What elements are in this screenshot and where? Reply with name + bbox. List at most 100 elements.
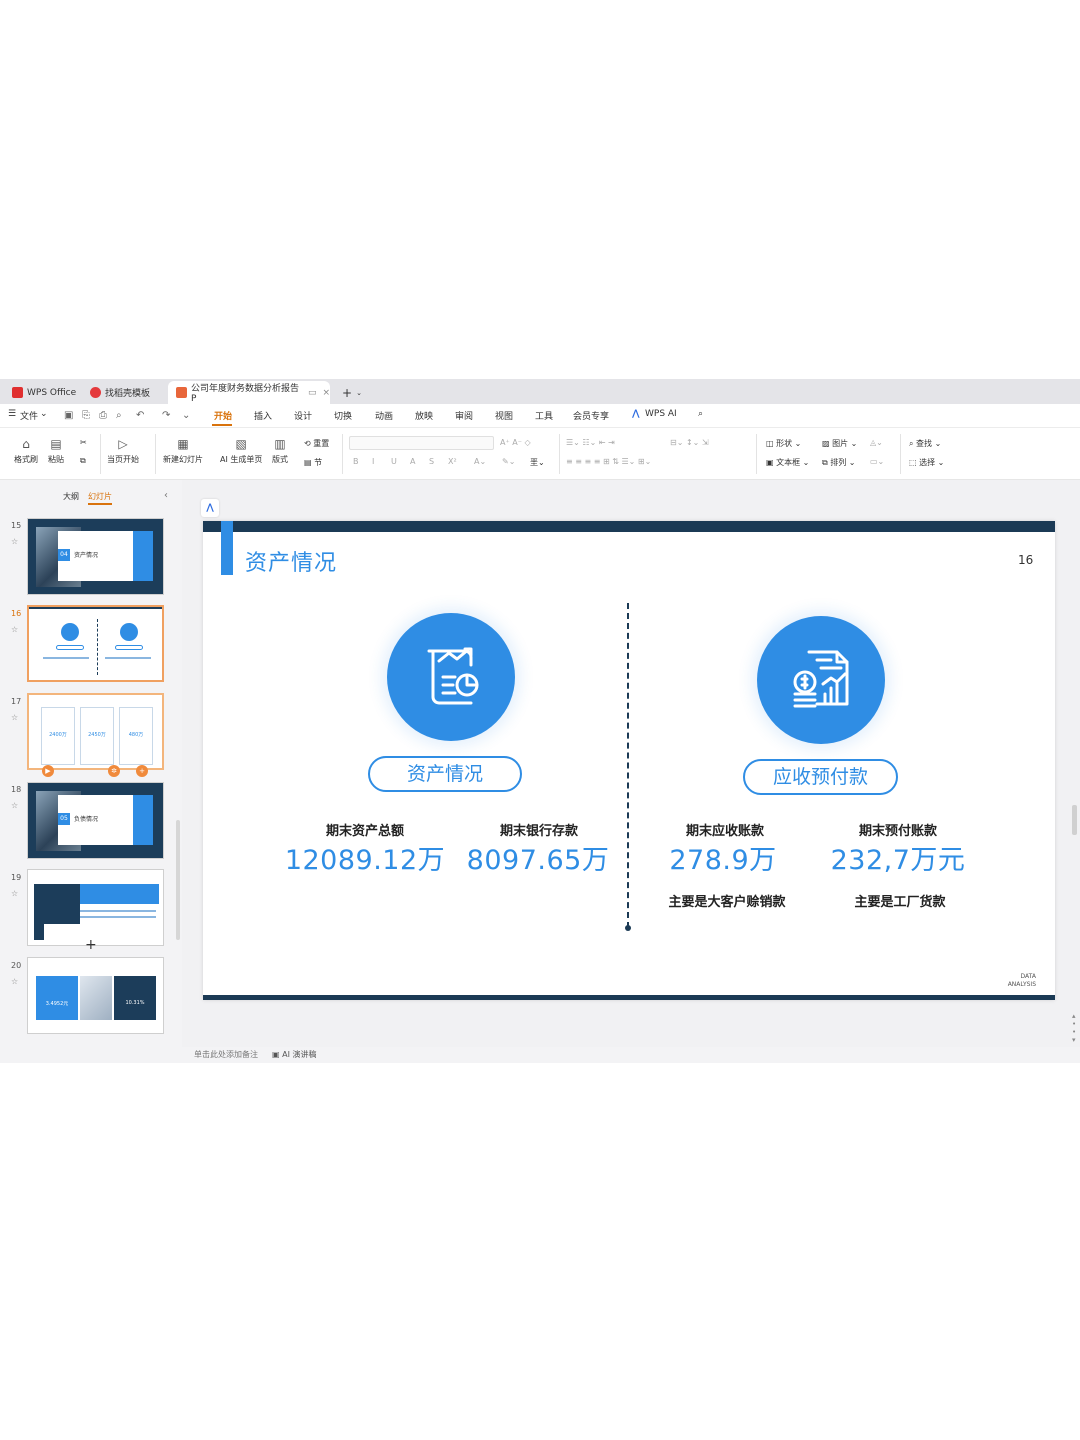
font-grow-icon[interactable]: A⁺ A⁻ ◇: [500, 438, 531, 447]
reset-button[interactable]: ⟲ 重置: [304, 438, 329, 449]
menu-home[interactable]: 开始: [214, 409, 232, 422]
layout-label: 版式: [272, 455, 288, 464]
find-button[interactable]: ⌕ 查找 ⌄: [909, 438, 941, 449]
text-effect-icon[interactable]: 垩⌄: [530, 457, 545, 468]
strikethrough-icon[interactable]: A: [410, 457, 415, 466]
layout-button[interactable]: ▥ 版式: [272, 436, 288, 465]
slide-bookmark: [221, 521, 233, 575]
save-icon[interactable]: ▣: [64, 410, 73, 421]
asset-chart-icon[interactable]: [387, 613, 515, 741]
menu-slideshow[interactable]: 放映: [415, 409, 433, 422]
align-icons[interactable]: ≡ ≡ ≡ ≡ ⊞ ⇅ ☰⌄ ⊞⌄: [566, 457, 651, 466]
font-name-select[interactable]: [349, 436, 494, 450]
textbox-button[interactable]: ▣ 文本框 ⌄: [766, 457, 809, 468]
menu-tools[interactable]: 工具: [535, 409, 553, 422]
columns-icon[interactable]: ⊟⌄ ↕⌄ ⇲: [670, 438, 709, 447]
print-icon[interactable]: ⎙: [99, 410, 107, 421]
wps-ai-float-icon[interactable]: ⋀: [201, 499, 219, 517]
italic-icon[interactable]: I: [372, 457, 374, 466]
picture-button[interactable]: ▨ 图片 ⌄: [822, 438, 857, 449]
slide-thumbnail-panel: 大纲 幻灯片 ‹: [0, 480, 182, 1051]
new-slide-button[interactable]: ▦ 新建幻灯片: [163, 436, 203, 465]
tab-label: 公司年度财务数据分析报告P: [190, 384, 299, 404]
section-button[interactable]: ▤ 节: [304, 457, 322, 468]
undo-icon[interactable]: ↶: [136, 410, 144, 421]
new-tab-button[interactable]: + ⌄: [334, 381, 364, 404]
menu-review[interactable]: 审阅: [455, 409, 473, 422]
print-preview-icon[interactable]: ⌕: [116, 410, 122, 421]
menu-design[interactable]: 设计: [294, 409, 312, 422]
fill-icon[interactable]: ◬⌄: [870, 438, 883, 447]
outline-icon[interactable]: ▭⌄: [870, 457, 884, 466]
shape-button[interactable]: ◫ 形状 ⌄: [766, 438, 801, 449]
tab-outline[interactable]: 大纲: [63, 491, 79, 502]
superscript-icon[interactable]: X²: [448, 457, 457, 466]
finance-report-icon[interactable]: [757, 616, 885, 744]
collapse-panel-icon[interactable]: ‹: [164, 490, 168, 501]
ppt-file-icon: [176, 387, 187, 398]
canvas-scrollbar[interactable]: [1072, 805, 1077, 835]
stat-label-prepayments: 期末预付账款: [858, 824, 937, 839]
ai-generate-label: AI 生成单页: [220, 455, 263, 464]
bold-icon[interactable]: B: [353, 457, 359, 466]
bullets-icon[interactable]: ☰⌄ ☷⌄ ⇤ ⇥: [566, 438, 615, 447]
underline-icon[interactable]: U: [391, 457, 397, 466]
ai-speech-button[interactable]: ▣ AI 演讲稿: [272, 1049, 316, 1060]
font-color-icon[interactable]: A⌄: [474, 457, 486, 466]
comment-icon[interactable]: ▭: [308, 388, 317, 398]
paste-button[interactable]: ▤ 粘贴: [48, 436, 64, 465]
separator: [342, 434, 343, 474]
docer-icon: [90, 387, 101, 398]
strike-icon[interactable]: S: [429, 457, 434, 466]
pill-asset[interactable]: 资产情况: [368, 756, 522, 792]
tab-document[interactable]: 公司年度财务数据分析报告P ▭ ×: [168, 381, 330, 404]
redo-icon[interactable]: ↷: [162, 410, 170, 421]
search-icon[interactable]: ⌕: [698, 409, 703, 419]
more-chevron-icon[interactable]: ⌄: [182, 410, 190, 421]
menu-transition[interactable]: 切换: [334, 409, 352, 422]
export-icon[interactable]: ⎘: [82, 410, 90, 421]
pill-receivables[interactable]: 应收预付款: [743, 759, 898, 795]
new-slide-label: 新建幻灯片: [163, 455, 203, 464]
tab-template[interactable]: 找稻壳模板: [82, 381, 164, 404]
from-current-button[interactable]: ▷ 当页开始: [107, 436, 139, 465]
status-bar: 单击此处添加备注 ▣ AI 演讲稿: [0, 1047, 1080, 1063]
highlight-icon[interactable]: ✎⌄: [502, 457, 515, 466]
find-label: 查找: [916, 439, 933, 448]
tab-slides[interactable]: 幻灯片: [88, 491, 112, 505]
format-painter-button[interactable]: ⌂ 格式刷: [14, 436, 38, 465]
menu-file[interactable]: 文件: [20, 409, 38, 422]
menu-view[interactable]: 视图: [495, 409, 513, 422]
close-tab-icon[interactable]: ×: [322, 388, 330, 398]
slide-top-bar: [203, 521, 1055, 532]
play-icon: ▷: [118, 437, 128, 451]
note-receivables: 主要是大客户赊销款: [668, 895, 786, 910]
separator: [559, 434, 560, 474]
scroll-arrows-icon[interactable]: ▴ • • ▾: [1072, 1012, 1076, 1044]
menu-animation[interactable]: 动画: [375, 409, 393, 422]
note-prepayments: 主要是工厂货款: [854, 895, 946, 910]
reset-label: 重置: [313, 439, 330, 448]
menu-wps-ai[interactable]: WPS AI: [645, 409, 677, 419]
chevron-down-icon[interactable]: ⌄: [40, 409, 48, 419]
ai-generate-button[interactable]: ▧ AI 生成单页: [220, 436, 262, 465]
hamburger-icon[interactable]: ☰: [8, 409, 16, 419]
section-label: 节: [314, 458, 323, 467]
separator: [155, 434, 156, 474]
slide-bottom-bar: [203, 995, 1055, 1000]
stat-label-total-assets: 期末资产总额: [325, 824, 404, 839]
tab-wps-office[interactable]: WPS Office: [4, 381, 80, 404]
slide-canvas[interactable]: 资产情况 16 资产情况 期末资产总额 12089.12万 期末银行存款 809…: [203, 521, 1055, 1000]
slide-title[interactable]: 资产情况: [245, 545, 337, 577]
select-button[interactable]: ⬚ 选择 ⌄: [909, 457, 944, 468]
menu-bar: ☰ 文件 ⌄ ▣ ⎘ ⎙ ⌕ ↶ ↷ ⌄ 开始 插入 设计 切换 动画 放映 审…: [0, 404, 1080, 428]
layout-icon: ▥: [274, 437, 286, 451]
cut-icon[interactable]: ✂: [80, 438, 87, 447]
new-slide-icon: ▦: [177, 437, 189, 451]
menu-member[interactable]: 会员专享: [573, 409, 609, 422]
arrange-button[interactable]: ⧉ 排列 ⌄: [822, 457, 856, 468]
menu-insert[interactable]: 插入: [254, 409, 272, 422]
notes-placeholder[interactable]: 单击此处添加备注: [194, 1049, 258, 1060]
paste-label: 粘贴: [48, 455, 64, 464]
copy-icon[interactable]: ⧉: [80, 456, 86, 466]
